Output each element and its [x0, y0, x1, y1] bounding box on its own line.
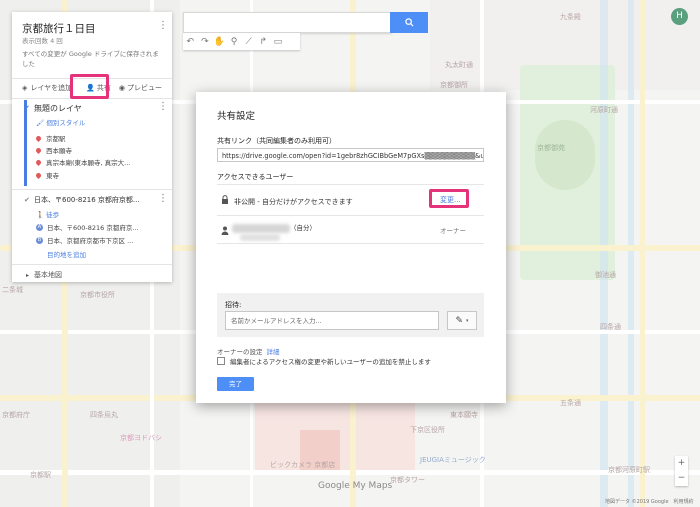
- search-icon: [404, 18, 414, 27]
- travel-mode[interactable]: 🚶 徒歩: [36, 209, 59, 219]
- line-icon[interactable]: ⟋: [241, 33, 256, 50]
- layer-checkbox-icon[interactable]: ✔: [24, 104, 30, 112]
- pin-icon: [34, 158, 43, 166]
- account-avatar[interactable]: H: [671, 8, 688, 25]
- layers-icon: ◈: [22, 84, 28, 92]
- details-link[interactable]: 詳細: [267, 348, 280, 356]
- pin-icon: [34, 146, 43, 154]
- save-status: すべての変更が Google ドライブに保存されました: [22, 50, 159, 68]
- route-menu-icon[interactable]: ⋮: [158, 193, 168, 204]
- divider: [217, 243, 484, 244]
- map-toolbar: ↶ ↷ ✋ ⚲ ⟋ ↱ ▭: [183, 33, 300, 50]
- owner-role: オーナー: [440, 227, 466, 235]
- map-menu-icon[interactable]: ⋮: [158, 20, 168, 31]
- map-views: 表示回数 4 回: [22, 37, 63, 45]
- checkbox-label: 編集者によるアクセス権の変更や新しいユーザーの追加を禁止します: [230, 358, 431, 366]
- preview-button[interactable]: ◉ プレビュー: [119, 83, 162, 93]
- map-panel: 京都旅行１日目 表示回数 4 回 すべての変更が Google ドライブに保存さ…: [12, 12, 172, 282]
- redacted-user-email: [240, 234, 280, 241]
- layer-checkbox-icon[interactable]: ✔: [24, 196, 30, 204]
- divider: [12, 264, 172, 265]
- ruler-icon[interactable]: ▭: [271, 33, 286, 50]
- restrict-editors-option[interactable]: 編集者によるアクセス権の変更や新しいユーザーの追加を禁止します: [217, 356, 431, 366]
- owner-settings: オーナーの設定 詳細: [217, 348, 280, 356]
- google-my-maps-logo: Google My Maps: [318, 481, 393, 491]
- paint-icon: 🖌: [36, 119, 45, 127]
- invite-input[interactable]: 名前かメールアドレスを入力...: [225, 311, 439, 330]
- search-input[interactable]: [183, 12, 392, 33]
- map-title[interactable]: 京都旅行１日目: [22, 21, 96, 36]
- layer-menu-icon[interactable]: ⋮: [158, 101, 168, 112]
- eye-icon: ◉: [118, 84, 126, 92]
- access-status: 非公開 - 自分だけがアクセスできます: [234, 198, 353, 206]
- share-link-field[interactable]: https://drive.google.com/open?id=1gebr8z…: [217, 148, 484, 162]
- divider: [217, 184, 484, 185]
- self-label: （自分）: [290, 224, 316, 232]
- list-item[interactable]: 真宗本廟(東本願寺, 真宗大...: [34, 157, 130, 167]
- person-icon: [221, 226, 229, 235]
- pencil-icon: ✎: [455, 315, 464, 326]
- list-item[interactable]: 東寺: [34, 170, 59, 180]
- invite-label: 招待:: [225, 301, 242, 309]
- route-title[interactable]: 日本、〒600-8216 京都府京都...: [34, 195, 140, 205]
- lock-icon: [222, 195, 228, 204]
- checkbox[interactable]: [217, 357, 225, 365]
- dialog-title: 共有設定: [217, 111, 256, 122]
- chevron-down-icon: ▾: [466, 317, 469, 324]
- redacted-user-name: [232, 224, 290, 233]
- list-item[interactable]: 西本願寺: [34, 145, 72, 155]
- zoom-controls: + −: [675, 456, 688, 486]
- share-dialog: 共有設定 共有リンク（共同編集者のみ利用可） https://drive.goo…: [196, 92, 506, 403]
- invite-section: 招待: 名前かメールアドレスを入力... ✎ ▾: [217, 293, 484, 337]
- add-layer-button[interactable]: レイヤを追加: [30, 83, 72, 93]
- route-stop-b[interactable]: B 日本、京都府京都市下京区 ...: [36, 235, 133, 245]
- stop-a-icon: A: [36, 223, 43, 231]
- layer-selected-indicator: [24, 100, 27, 186]
- marker-icon[interactable]: ⚲: [227, 33, 242, 50]
- change-highlight: [429, 189, 469, 208]
- pin-icon: [34, 134, 43, 142]
- undo-icon[interactable]: ↶: [183, 33, 198, 50]
- list-item[interactable]: 京都駅: [34, 133, 66, 143]
- layer-title[interactable]: 無題のレイヤ: [34, 103, 82, 114]
- share-highlight: [70, 74, 109, 99]
- map-footer[interactable]: 地図データ ©2019 Google 利用規約: [605, 498, 694, 505]
- redo-icon[interactable]: ↷: [198, 33, 213, 50]
- chevron-right-icon: ▸: [26, 271, 30, 279]
- divider: [217, 215, 484, 216]
- stop-b-icon: B: [36, 236, 43, 244]
- divider: [12, 189, 172, 190]
- route-stop-a[interactable]: A 日本、〒600-8216 京都府京...: [36, 222, 139, 232]
- pin-icon: [34, 171, 43, 179]
- permission-dropdown[interactable]: ✎ ▾: [447, 311, 477, 330]
- done-button[interactable]: 完了: [217, 377, 254, 391]
- walking-icon: 🚶: [36, 211, 45, 219]
- base-map-toggle[interactable]: ▸ 基本地図: [26, 270, 62, 280]
- zoom-in-button[interactable]: +: [675, 456, 688, 471]
- zoom-out-button[interactable]: −: [675, 471, 688, 486]
- hand-icon[interactable]: ✋: [212, 33, 227, 50]
- add-destination-link[interactable]: 目的地を追加: [47, 249, 86, 259]
- layer-style-link[interactable]: 🖌 個別スタイル: [36, 117, 85, 127]
- share-link-label: 共有リンク（共同編集者のみ利用可）: [217, 137, 336, 145]
- search-button[interactable]: [390, 12, 428, 33]
- access-label: アクセスできるユーザー: [217, 173, 294, 181]
- preview-label: プレビュー: [127, 84, 163, 92]
- directions-icon[interactable]: ↱: [256, 33, 271, 50]
